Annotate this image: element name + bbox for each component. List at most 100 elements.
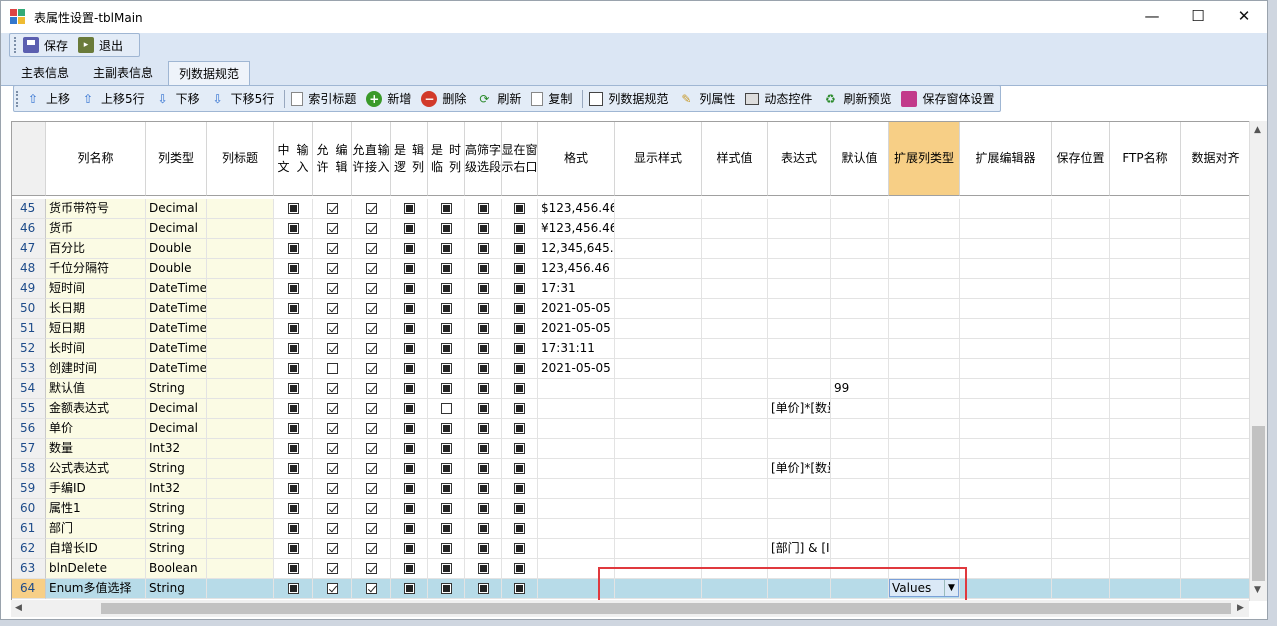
- checkbox[interactable]: [365, 263, 377, 274]
- grid-cell[interactable]: [615, 259, 702, 279]
- checkbox-cell[interactable]: [391, 359, 428, 379]
- checkbox-cell[interactable]: [313, 239, 352, 259]
- row-number[interactable]: 45: [12, 199, 46, 219]
- ext-column-type-cell[interactable]: [889, 499, 960, 519]
- checkbox[interactable]: [326, 303, 338, 314]
- grid-cell[interactable]: [1052, 559, 1110, 579]
- column-name-cell[interactable]: 短日期: [46, 319, 146, 339]
- table-row[interactable]: 61 部门 String: [12, 519, 1251, 539]
- checkbox-cell[interactable]: [352, 419, 391, 439]
- checkbox-cell[interactable]: [465, 319, 502, 339]
- expression-cell[interactable]: [768, 199, 831, 219]
- checkbox[interactable]: [326, 523, 338, 534]
- checkbox-cell[interactable]: [313, 279, 352, 299]
- grid-cell[interactable]: [615, 379, 702, 399]
- checkbox[interactable]: [365, 223, 377, 234]
- checkbox[interactable]: [477, 503, 489, 514]
- grid-cell[interactable]: [1110, 379, 1181, 399]
- checkbox-cell[interactable]: [274, 479, 313, 499]
- column-header[interactable]: 允许 编辑: [313, 122, 352, 196]
- refresh-button[interactable]: ⟳ 刷新: [476, 90, 521, 107]
- column-header[interactable]: 列名称: [46, 122, 146, 196]
- checkbox[interactable]: [365, 323, 377, 334]
- grid-cell[interactable]: [615, 539, 702, 559]
- expression-cell[interactable]: [768, 279, 831, 299]
- row-number[interactable]: 53: [12, 359, 46, 379]
- checkbox[interactable]: [440, 283, 452, 294]
- grid-cell[interactable]: [1110, 319, 1181, 339]
- grid-cell[interactable]: [1181, 279, 1251, 299]
- checkbox-cell[interactable]: [391, 419, 428, 439]
- grid-cell[interactable]: [702, 319, 768, 339]
- grid-cell[interactable]: [1110, 499, 1181, 519]
- tab-column-spec[interactable]: 列数据规范: [168, 61, 251, 86]
- expression-cell[interactable]: [768, 299, 831, 319]
- grid-cell[interactable]: [1052, 359, 1110, 379]
- column-type-cell[interactable]: Double: [146, 239, 207, 259]
- grid-cell[interactable]: [702, 499, 768, 519]
- checkbox[interactable]: [365, 343, 377, 354]
- checkbox-cell[interactable]: [274, 339, 313, 359]
- checkbox[interactable]: [287, 443, 299, 454]
- default-value-cell[interactable]: [831, 319, 889, 339]
- tab-main-table-info[interactable]: 主表信息: [11, 61, 79, 86]
- checkbox[interactable]: [514, 423, 525, 434]
- checkbox-cell[interactable]: [313, 419, 352, 439]
- ext-column-type-cell[interactable]: [889, 219, 960, 239]
- grid-cell[interactable]: [1181, 459, 1251, 479]
- scroll-right-icon[interactable]: ▶: [1237, 603, 1244, 613]
- checkbox[interactable]: [403, 223, 415, 234]
- checkbox[interactable]: [477, 383, 489, 394]
- expression-cell[interactable]: [768, 379, 831, 399]
- default-value-cell[interactable]: [831, 499, 889, 519]
- horizontal-scroll-thumb[interactable]: [101, 603, 1231, 614]
- format-cell[interactable]: 2021-05-05: [538, 319, 615, 339]
- checkbox[interactable]: [287, 363, 299, 374]
- column-header[interactable]: 保存位置: [1052, 122, 1110, 196]
- format-cell[interactable]: 12,345,645.6: [538, 239, 615, 259]
- checkbox-cell[interactable]: [274, 219, 313, 239]
- checkbox[interactable]: [403, 383, 415, 394]
- checkbox[interactable]: [326, 343, 338, 354]
- checkbox[interactable]: [514, 263, 525, 274]
- checkbox-cell[interactable]: [391, 319, 428, 339]
- checkbox[interactable]: [477, 543, 489, 554]
- grid-cell[interactable]: [1181, 239, 1251, 259]
- column-type-cell[interactable]: Decimal: [146, 419, 207, 439]
- grid-cell[interactable]: [1110, 259, 1181, 279]
- column-type-cell[interactable]: String: [146, 519, 207, 539]
- checkbox[interactable]: [514, 343, 525, 354]
- checkbox[interactable]: [326, 203, 338, 214]
- checkbox[interactable]: [477, 443, 489, 454]
- checkbox[interactable]: [514, 323, 525, 334]
- row-number[interactable]: 54: [12, 379, 46, 399]
- table-row[interactable]: 62自增长IDString [部门] & [ID]: [12, 539, 1251, 559]
- format-cell[interactable]: ¥123,456.46: [538, 219, 615, 239]
- vertical-scrollbar[interactable]: ▲ ▼: [1249, 121, 1267, 601]
- column-spec-grid[interactable]: 列名称 列类型 列标题 中文 输入 允许 编辑 允许 直接 输入 是逻 辑列 是临 时列 高级 筛选 字段 显示在…: [11, 121, 1267, 601]
- checkbox-cell[interactable]: [391, 279, 428, 299]
- checkbox[interactable]: [477, 363, 489, 374]
- checkbox-cell[interactable]: [274, 559, 313, 579]
- column-title-cell[interactable]: [207, 359, 274, 379]
- default-value-cell[interactable]: [831, 199, 889, 219]
- column-name-cell[interactable]: 手编ID: [46, 479, 146, 499]
- expression-cell[interactable]: [768, 439, 831, 459]
- checkbox[interactable]: [287, 323, 299, 334]
- grid-cell[interactable]: [1110, 459, 1181, 479]
- grid-cell[interactable]: [960, 439, 1052, 459]
- close-button[interactable]: ✕: [1221, 1, 1267, 31]
- column-title-cell[interactable]: [207, 519, 274, 539]
- column-attr-button[interactable]: ✎ 列属性: [678, 90, 735, 107]
- column-title-cell[interactable]: [207, 499, 274, 519]
- exit-button[interactable]: ▸ 退出: [78, 37, 123, 54]
- checkbox-cell[interactable]: [502, 339, 538, 359]
- checkbox[interactable]: [440, 563, 452, 574]
- checkbox[interactable]: [440, 483, 452, 494]
- table-row[interactable]: 48 千位分隔符 Double 123,456.46: [12, 259, 1251, 279]
- checkbox-cell[interactable]: [274, 379, 313, 399]
- default-value-cell[interactable]: [831, 439, 889, 459]
- column-name-cell[interactable]: 货币: [46, 219, 146, 239]
- column-title-cell[interactable]: [207, 379, 274, 399]
- checkbox[interactable]: [477, 583, 489, 594]
